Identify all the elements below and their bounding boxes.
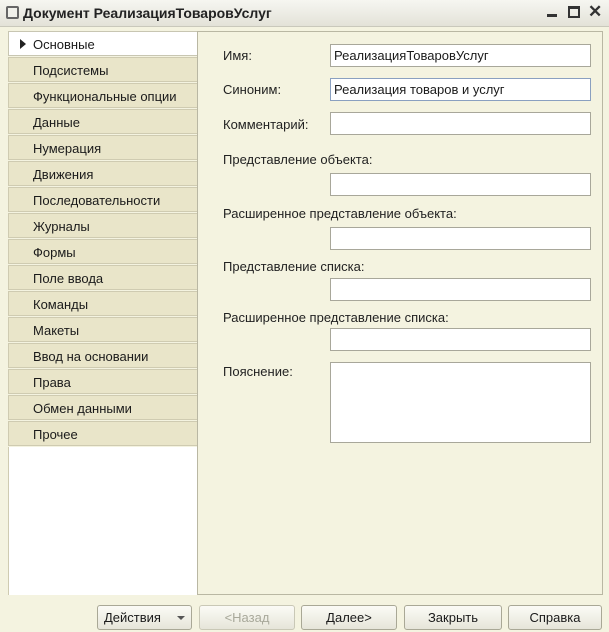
nav-item-label: Формы [33,245,76,260]
nav-item-label: Подсистемы [33,63,109,78]
nav-item-posledovatelnosti[interactable]: Последовательности [8,187,198,212]
help-button[interactable]: Справка [508,605,602,630]
window-title: Документ РеализацияТоваровУслуг [23,5,272,21]
nav-item-vvod-na-osnovanii[interactable]: Ввод на основании [8,343,198,368]
nav-item-komandy[interactable]: Команды [8,291,198,316]
nav-item-podsistemy[interactable]: Подсистемы [8,57,198,82]
nav-item-label: Данные [33,115,80,130]
name-field[interactable]: РеализацияТоваровУслуг [330,44,591,67]
object-representation-field[interactable] [330,173,591,196]
nav-item-label: Макеты [33,323,80,338]
arrow-right-icon [20,39,26,49]
nav-item-makety[interactable]: Макеты [8,317,198,342]
close-button[interactable]: Закрыть [404,605,502,630]
nav-item-label: Прочее [33,427,78,442]
comment-field[interactable] [330,112,591,135]
nav-item-obmen-dannymi[interactable]: Обмен данными [8,395,198,420]
synonym-field[interactable]: Реализация товаров и услуг [330,78,591,101]
explanation-label: Пояснение: [223,364,293,379]
nav-item-label: Ввод на основании [33,349,149,364]
nav-item-label: Права [33,375,71,390]
nav-item-label: Последовательности [33,193,161,208]
back-button[interactable]: <Назад [199,605,295,630]
nav-item-prochee[interactable]: Прочее [8,421,198,446]
nav-item-label: Движения [33,167,94,182]
next-button[interactable]: Далее> [301,605,397,630]
title-bar: Документ РеализацияТоваровУслуг ✕ [0,0,609,27]
nav-item-label: Нумерация [33,141,102,156]
nav-item-numeraciya[interactable]: Нумерация [8,135,198,160]
close-icon[interactable]: ✕ [588,3,602,20]
nav-item-label: Поле ввода [33,271,104,286]
nav-item-pole-vvoda[interactable]: Поле ввода [8,265,198,290]
extended-list-representation-field[interactable] [330,328,591,351]
nav-item-funkcionalnye-opcii[interactable]: Функциональные опции [8,83,198,108]
list-representation-field[interactable] [330,278,591,301]
nav-empty-area [8,447,198,595]
nav-item-label: Обмен данными [33,401,132,416]
nav-item-label: Журналы [33,219,90,234]
minimize-icon[interactable] [545,5,559,19]
nav-item-label: Функциональные опции [33,89,177,104]
extended-object-representation-label: Расширенное представление объекта: [223,206,457,221]
comment-label: Комментарий: [223,117,309,132]
document-icon [6,6,19,19]
nav-item-dvizheniya[interactable]: Движения [8,161,198,186]
synonym-label: Синоним: [223,82,282,97]
dropdown-arrow-icon [177,616,185,620]
nav-item-zhurnaly[interactable]: Журналы [8,213,198,238]
nav-item-formy[interactable]: Формы [8,239,198,264]
nav-item-label: Основные [33,37,95,52]
sections-nav: Основные Подсистемы Функциональные опции… [8,31,198,447]
explanation-field[interactable] [330,362,591,443]
name-label: Имя: [223,48,252,63]
object-representation-label: Представление объекта: [223,152,373,167]
actions-button[interactable]: Действия [97,605,192,630]
nav-item-dannye[interactable]: Данные [8,109,198,134]
extended-object-representation-field[interactable] [330,227,591,250]
extended-list-representation-label: Расширенное представление списка: [223,310,449,325]
list-representation-label: Представление списка: [223,259,365,274]
maximize-icon[interactable] [567,5,581,19]
nav-item-label: Команды [33,297,89,312]
nav-item-prava[interactable]: Права [8,369,198,394]
nav-item-osnovnye[interactable]: Основные [8,31,198,56]
actions-button-label: Действия [104,610,161,625]
